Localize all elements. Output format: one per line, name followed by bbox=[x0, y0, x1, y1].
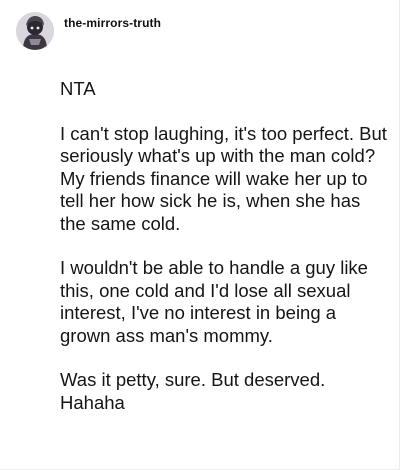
avatar[interactable] bbox=[16, 12, 54, 50]
avatar-image-icon bbox=[16, 12, 54, 50]
post-paragraph: I can't stop laughing, it's too perfect.… bbox=[60, 122, 387, 234]
post-paragraph: I wouldn't be able to handle a guy like … bbox=[60, 257, 368, 346]
post-body: NTA I can't stop laughing, it's too perf… bbox=[60, 78, 390, 414]
post-card: the-mirrors-truth NTA I can't stop laugh… bbox=[0, 0, 400, 470]
post-paragraph: Was it petty, sure. But deserved. Hahaha bbox=[60, 369, 326, 413]
author-name[interactable]: the-mirrors-truth bbox=[64, 16, 161, 30]
post-header: the-mirrors-truth bbox=[16, 12, 161, 50]
post-paragraph: NTA bbox=[60, 78, 96, 99]
